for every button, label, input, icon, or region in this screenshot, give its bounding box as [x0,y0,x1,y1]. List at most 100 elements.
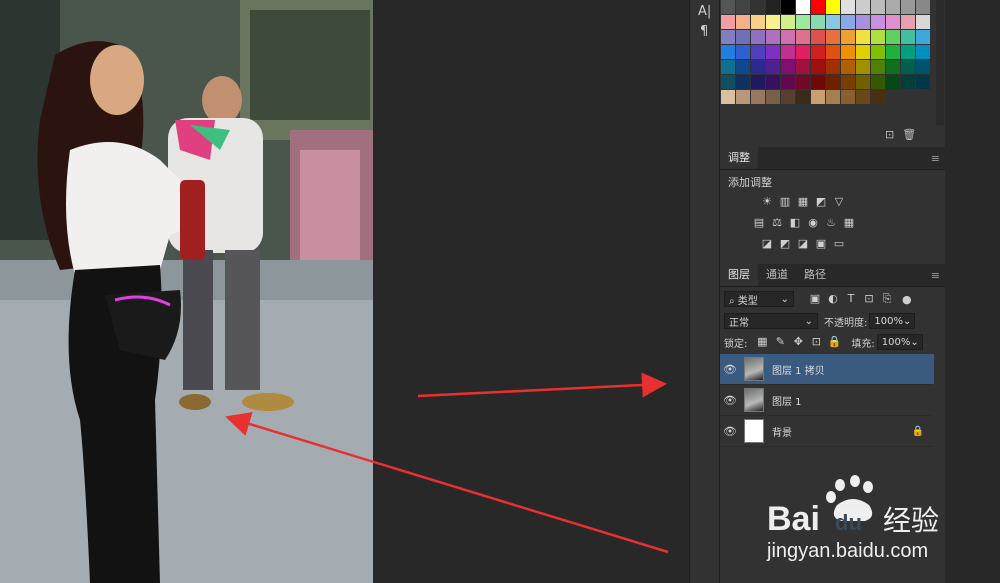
color-swatch[interactable] [841,90,855,104]
adjustment-icon[interactable]: ☀ [760,196,774,208]
color-swatch[interactable] [751,60,765,74]
color-swatch[interactable] [781,15,795,29]
color-swatch[interactable] [766,45,780,59]
color-swatch[interactable] [901,30,915,44]
color-swatch[interactable] [811,45,825,59]
color-swatch[interactable] [721,30,735,44]
color-swatch[interactable] [766,90,780,104]
adjustment-icon[interactable]: ◪ [760,238,774,250]
color-swatch[interactable] [856,60,870,74]
color-swatch[interactable] [781,0,795,14]
color-swatch[interactable] [796,0,810,14]
color-swatch[interactable] [781,30,795,44]
tab-channels[interactable]: 通道 [758,264,796,286]
color-swatch[interactable] [856,75,870,89]
color-swatch[interactable] [871,0,885,14]
color-swatch[interactable] [781,75,795,89]
color-swatch[interactable] [871,60,885,74]
color-swatch[interactable] [886,15,900,29]
color-swatch[interactable] [841,30,855,44]
adjustment-icon[interactable]: ▦ [842,217,856,229]
fill-field[interactable]: 100% ⌄ [876,334,923,350]
color-swatch[interactable] [721,75,735,89]
color-swatch[interactable] [916,30,930,44]
color-swatch[interactable] [751,75,765,89]
color-swatch[interactable] [856,30,870,44]
color-swatch[interactable] [886,75,900,89]
color-swatch[interactable] [721,60,735,74]
color-swatch[interactable] [841,0,855,14]
adjustment-icon[interactable]: ⚖ [770,217,784,229]
color-swatch[interactable] [826,60,840,74]
color-swatch[interactable] [766,30,780,44]
color-swatch[interactable] [901,60,915,74]
tab-adjustments[interactable]: 调整 [720,147,758,169]
color-swatch[interactable] [916,45,930,59]
color-swatch[interactable] [901,15,915,29]
lock-option-icon[interactable]: 🔒 [827,336,842,348]
adjustment-icon[interactable]: ▦ [796,196,810,208]
eye-icon[interactable]: 👁 [720,425,740,438]
color-swatch[interactable] [916,15,930,29]
color-swatch[interactable] [721,15,735,29]
color-swatch[interactable] [796,30,810,44]
color-swatch[interactable] [856,0,870,14]
color-swatch[interactable] [826,15,840,29]
filter-type-icon[interactable]: ⊡ [862,293,876,305]
trash-icon[interactable]: 🗑 [902,128,916,141]
color-swatch[interactable] [781,90,795,104]
color-swatch[interactable] [766,0,780,14]
color-swatch[interactable] [901,45,915,59]
color-swatch[interactable] [796,15,810,29]
color-swatch[interactable] [721,45,735,59]
adjustment-icon[interactable]: ▥ [778,196,792,208]
color-swatch[interactable] [871,15,885,29]
panel-menu-icon[interactable]: ≡ [931,152,940,165]
color-swatch[interactable] [826,0,840,14]
color-swatch[interactable] [811,60,825,74]
color-swatch[interactable] [796,75,810,89]
color-swatch[interactable] [826,90,840,104]
color-swatch[interactable] [886,30,900,44]
color-swatch[interactable] [751,90,765,104]
color-swatch[interactable] [796,60,810,74]
layer-row[interactable]: 👁 图层 1 [720,385,934,416]
color-swatch[interactable] [856,90,870,104]
blend-mode-select[interactable]: 正常 ⌄ [724,313,818,329]
color-swatch[interactable] [751,15,765,29]
eye-icon[interactable]: 👁 [720,394,740,407]
color-swatch[interactable] [841,15,855,29]
color-swatch[interactable] [751,45,765,59]
paragraph-panel-icon[interactable]: ¶ [700,24,708,39]
color-swatch[interactable] [856,15,870,29]
color-swatch[interactable] [841,45,855,59]
adjustment-icon[interactable]: ♨ [824,217,838,229]
color-swatch[interactable] [901,0,915,14]
color-swatch[interactable] [736,75,750,89]
color-swatch[interactable] [841,75,855,89]
lock-option-icon[interactable]: ▦ [755,336,769,348]
lock-option-icon[interactable]: ✥ [791,336,805,348]
color-swatch[interactable] [721,90,735,104]
color-swatch[interactable] [916,75,930,89]
color-swatch[interactable] [766,15,780,29]
color-swatch[interactable] [811,15,825,29]
color-swatch[interactable] [871,75,885,89]
filter-type-icon[interactable]: ▣ [808,293,822,305]
color-swatch[interactable] [751,0,765,14]
adjustment-icon[interactable]: ◩ [778,238,792,250]
filter-kind-select[interactable]: ⌕ 类型 ⌄ [724,291,794,307]
color-swatch[interactable] [826,75,840,89]
color-swatch[interactable] [736,90,750,104]
color-swatch[interactable] [811,0,825,14]
color-swatch[interactable] [871,30,885,44]
color-swatch[interactable] [751,30,765,44]
layer-row[interactable]: 👁 背景 🔒 [720,416,934,447]
color-swatch[interactable] [826,30,840,44]
color-swatch[interactable] [736,30,750,44]
color-swatch[interactable] [811,75,825,89]
color-swatch[interactable] [916,0,930,14]
color-swatch[interactable] [826,45,840,59]
filter-toggle-icon[interactable]: ● [902,293,912,306]
color-swatch[interactable] [736,0,750,14]
